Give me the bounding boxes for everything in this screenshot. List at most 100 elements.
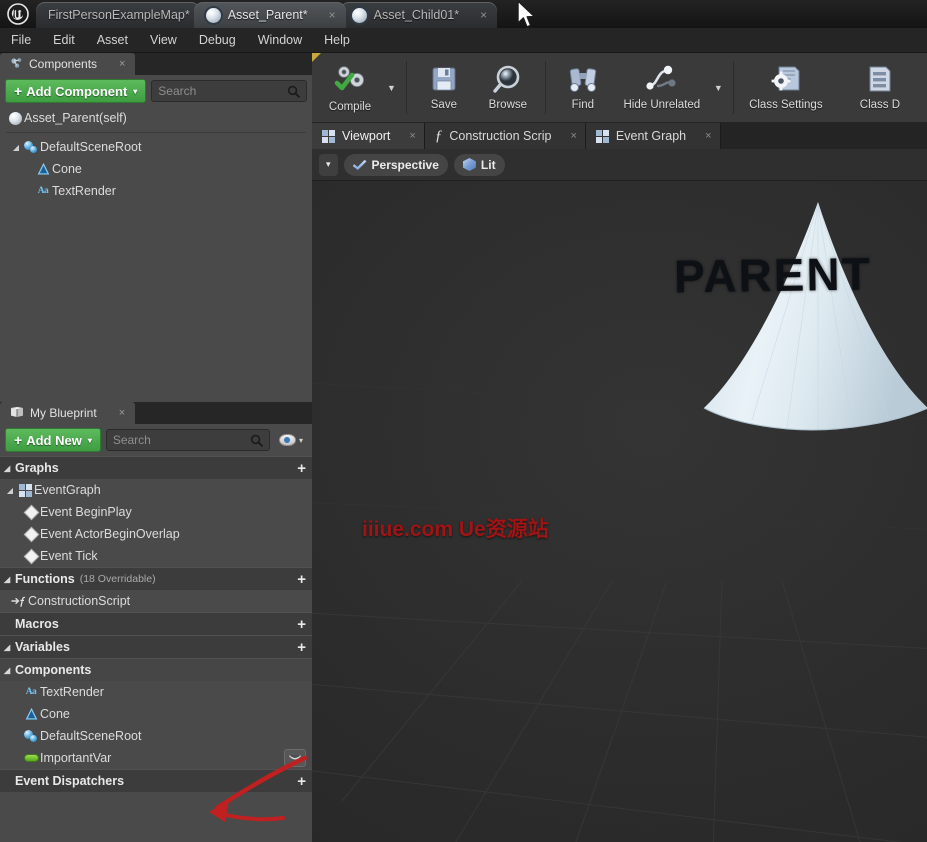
event-graph-icon: [596, 130, 609, 143]
eye-icon: [279, 434, 296, 446]
graph-row-eventgraph[interactable]: ◢ EventGraph: [0, 479, 312, 501]
mouse-pointer-icon: [516, 0, 538, 32]
binoculars-icon: [567, 64, 599, 97]
blueprint-sphere-icon: [352, 8, 367, 23]
tab-viewport[interactable]: Viewport ×: [312, 123, 425, 149]
sphere-icon: [6, 112, 24, 125]
add-function-button[interactable]: +: [297, 572, 306, 587]
component-tree-row-textrender[interactable]: Aa TextRender: [0, 180, 312, 202]
section-header-graphs[interactable]: ◢ Graphs +: [0, 456, 312, 479]
event-node-icon: [22, 551, 40, 562]
compile-options-chevron-down-icon[interactable]: ▼: [382, 53, 401, 122]
toolbar-find-button[interactable]: Find: [551, 53, 615, 122]
close-icon[interactable]: ×: [480, 8, 487, 22]
add-macro-button[interactable]: +: [297, 617, 306, 632]
compile-gears-check-icon: [331, 63, 369, 99]
menu-file[interactable]: File: [0, 30, 42, 50]
event-node-icon: [22, 507, 40, 518]
section-subtitle: (18 Overridable): [80, 573, 156, 585]
toolbar-class-settings-button[interactable]: Class Settings: [739, 53, 833, 122]
toolbar-label: Browse: [489, 99, 527, 111]
mb-component-row-textrender[interactable]: Aa TextRender: [0, 681, 312, 703]
variable-pill-icon: [22, 754, 40, 762]
section-header-event-dispatchers[interactable]: ◢ Event Dispatchers +: [0, 769, 312, 792]
section-header-mb-components[interactable]: ◢ Components: [0, 658, 312, 681]
expand-arrow-icon[interactable]: ◢: [4, 643, 15, 652]
chevron-down-icon: ▾: [299, 436, 303, 445]
event-graph-icon: [16, 484, 34, 497]
text-render-icon: Aa: [22, 687, 40, 697]
blueprint-3d-viewport[interactable]: PARENT iiiue.com Ue资源站: [312, 181, 927, 842]
search-placeholder: Search: [113, 433, 250, 447]
window-tab-asset-parent[interactable]: Asset_Parent* ×: [194, 2, 346, 28]
text-render-parent[interactable]: PARENT: [674, 247, 872, 304]
chevron-down-icon: ▾: [88, 436, 92, 445]
close-icon[interactable]: ×: [329, 8, 336, 22]
viewport-options-menu-button[interactable]: ▾: [319, 154, 338, 176]
add-new-button[interactable]: + Add New ▾: [5, 428, 101, 452]
section-header-functions[interactable]: ◢ Functions (18 Overridable) +: [0, 567, 312, 590]
view-mode-button[interactable]: Lit: [454, 154, 505, 176]
menu-window[interactable]: Window: [247, 30, 313, 50]
camera-mode-label: Perspective: [372, 158, 439, 172]
menu-asset[interactable]: Asset: [86, 30, 139, 50]
add-event-dispatcher-button[interactable]: +: [297, 774, 306, 789]
menu-edit[interactable]: Edit: [42, 30, 86, 50]
hide-unrelated-chevron-down-icon[interactable]: ▼: [709, 53, 728, 122]
component-tree-row-cone[interactable]: Cone: [0, 158, 312, 180]
toolbar-hide-unrelated-button[interactable]: Hide Unrelated: [615, 53, 709, 122]
toolbar-browse-button[interactable]: Browse: [476, 53, 540, 122]
close-icon[interactable]: ×: [705, 130, 711, 142]
close-icon[interactable]: ×: [119, 58, 125, 70]
chevron-down-icon: ▾: [133, 87, 137, 96]
add-graph-button[interactable]: +: [297, 461, 306, 476]
component-tree-row-defaultsceneroot[interactable]: ◢ DefaultSceneRoot: [0, 136, 312, 158]
add-component-button[interactable]: + Add Component ▾: [5, 79, 146, 103]
my-blueprint-search-input[interactable]: Search: [106, 429, 270, 451]
edit-value-icon[interactable]: [284, 749, 306, 767]
scene-root-icon: [22, 141, 40, 154]
function-row-constructionscript[interactable]: ConstructionScript: [0, 590, 312, 612]
add-component-label: Add Component: [26, 84, 127, 99]
window-tab-asset-child01[interactable]: Asset_Child01* ×: [340, 2, 497, 28]
add-variable-button[interactable]: +: [297, 640, 306, 655]
mb-component-row-defaultsceneroot[interactable]: DefaultSceneRoot: [0, 725, 312, 747]
cone-mesh[interactable]: [692, 196, 927, 446]
tab-event-graph[interactable]: Event Graph ×: [586, 123, 721, 149]
show-inherited-toggle[interactable]: ▾: [275, 434, 307, 446]
window-tab-first-person-example-map[interactable]: FirstPersonExampleMap*: [36, 2, 200, 28]
window-title-bar: FirstPersonExampleMap* Asset_Parent* × A…: [0, 0, 927, 28]
expand-arrow-icon[interactable]: ◢: [4, 486, 16, 495]
menu-debug[interactable]: Debug: [188, 30, 247, 50]
unreal-blueprint-editor-window: FirstPersonExampleMap* Asset_Parent* × A…: [0, 0, 927, 842]
mb-variable-row-importantvar[interactable]: ImportantVar: [0, 747, 312, 769]
components-search-input[interactable]: Search: [151, 80, 307, 102]
close-icon[interactable]: ×: [119, 407, 125, 419]
toolbar-save-button[interactable]: Save: [412, 53, 476, 122]
divider: [6, 132, 306, 133]
tab-my-blueprint[interactable]: My Blueprint ×: [0, 402, 135, 424]
expand-arrow-icon[interactable]: ◢: [10, 143, 22, 152]
variable-label: ImportantVar: [40, 751, 111, 765]
section-header-variables[interactable]: ◢ Variables +: [0, 635, 312, 658]
graph-row-event-beginplay[interactable]: Event BeginPlay: [0, 501, 312, 523]
tab-components[interactable]: Components ×: [0, 53, 135, 75]
section-header-macros[interactable]: ◢ Macros +: [0, 612, 312, 635]
component-tree-row-self[interactable]: Asset_Parent(self): [0, 107, 312, 129]
camera-mode-button[interactable]: Perspective: [344, 154, 448, 176]
toolbar-class-defaults-button[interactable]: Class D: [833, 53, 927, 122]
graph-row-event-actorbeginoverlap[interactable]: Event ActorBeginOverlap: [0, 523, 312, 545]
menu-help[interactable]: Help: [313, 30, 361, 50]
tab-construction-script[interactable]: ƒ Construction Scrip ×: [425, 123, 586, 149]
expand-arrow-icon[interactable]: ◢: [4, 464, 15, 473]
mb-component-row-cone[interactable]: Cone: [0, 703, 312, 725]
close-icon[interactable]: ×: [409, 130, 415, 142]
view-mode-label: Lit: [481, 158, 496, 172]
close-icon[interactable]: ×: [570, 130, 576, 142]
expand-arrow-icon[interactable]: ◢: [4, 575, 15, 584]
menu-view[interactable]: View: [139, 30, 188, 50]
graph-row-event-tick[interactable]: Event Tick: [0, 545, 312, 567]
toolbar-compile-button[interactable]: Compile: [318, 53, 382, 122]
toolbar-label: Save: [431, 99, 457, 111]
expand-arrow-icon[interactable]: ◢: [4, 666, 15, 675]
